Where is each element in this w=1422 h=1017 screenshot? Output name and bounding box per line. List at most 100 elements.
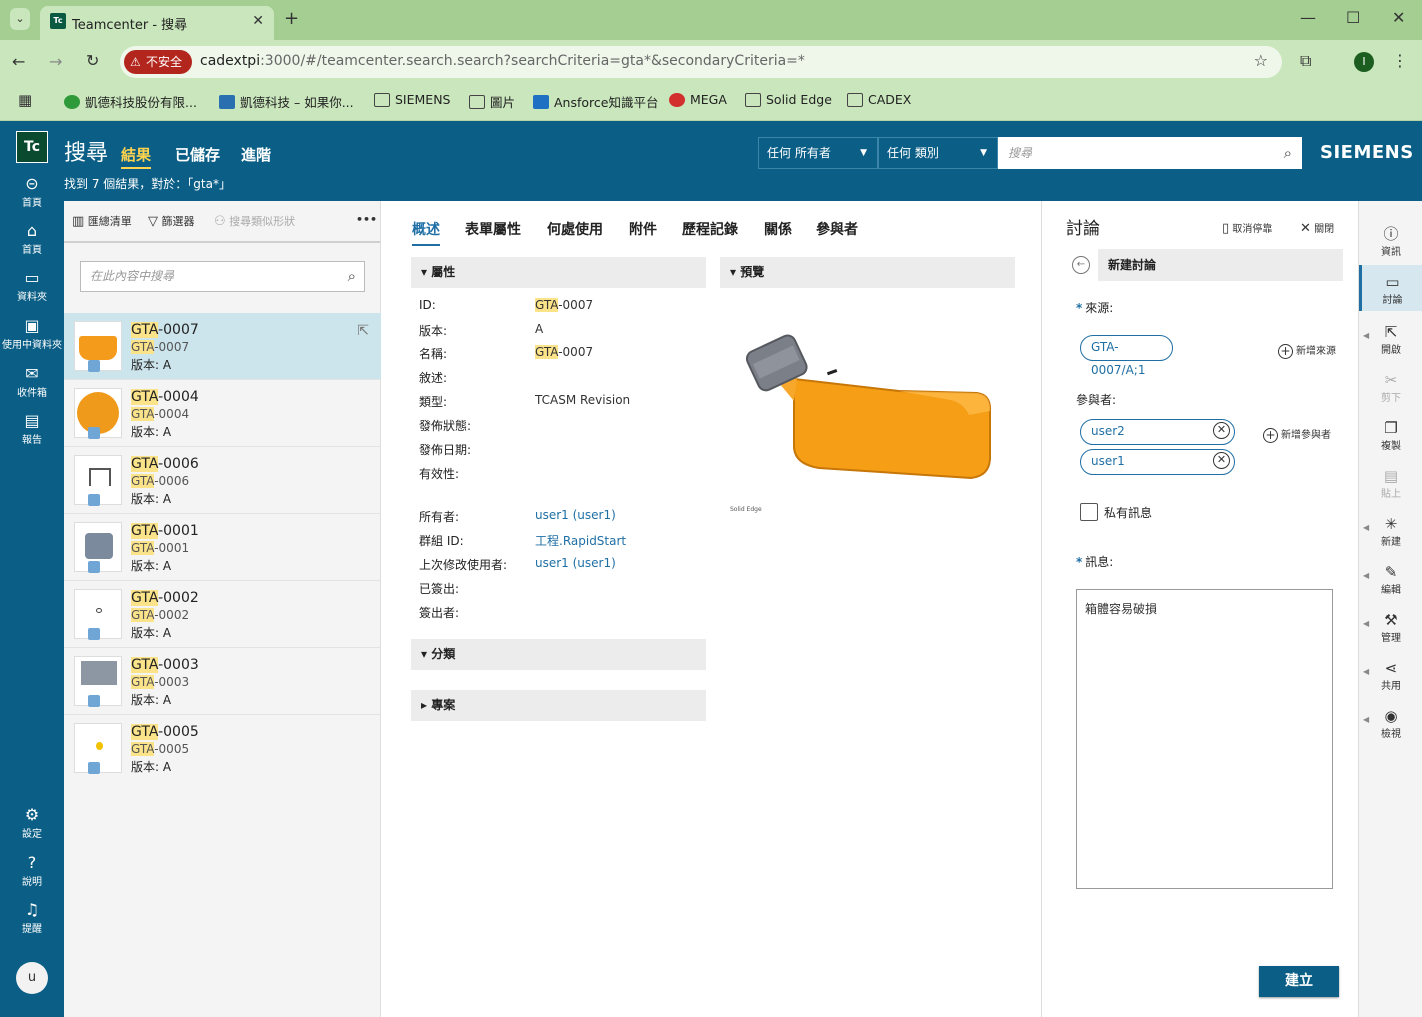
message-textarea[interactable]: 箱體容易破損 <box>1076 589 1333 889</box>
required-star-icon: * <box>1076 301 1083 315</box>
rail-manage[interactable]: ◀ ⚒ 管理 <box>1359 611 1422 644</box>
url-field[interactable]: 不安全 cadextpi:3000/#/teamcenter.search.se… <box>120 46 1282 78</box>
rail-info[interactable]: ⓘ 資訊 <box>1359 225 1422 258</box>
rail-discussion[interactable]: ▭ 討論 <box>1359 265 1422 311</box>
bookmark-item[interactable]: MEGA <box>669 92 727 107</box>
tab-advanced[interactable]: 進階 <box>241 144 271 165</box>
bookmark-folder[interactable]: Solid Edge <box>745 92 832 107</box>
rail-new[interactable]: ◀ ✳ 新建 <box>1359 515 1422 548</box>
owner-select[interactable]: 任何 所有者 ▼ <box>758 137 878 169</box>
tab-history[interactable]: 歷程記錄 <box>682 219 738 239</box>
tab-relations[interactable]: 關係 <box>764 219 792 239</box>
back-arrow-icon[interactable]: ← <box>1072 256 1090 274</box>
back-icon[interactable]: ← <box>12 52 25 71</box>
bookmark-item[interactable]: 凱德科技 – 如果你... <box>219 92 354 111</box>
new-tab-button[interactable]: + <box>284 8 299 29</box>
classification-section-header[interactable]: ▾ 分類 <box>411 639 706 670</box>
bookmark-folder[interactable]: CADEX <box>847 92 911 107</box>
nav-active-folders[interactable]: ▣ 使用中資料夾 <box>0 317 64 352</box>
result-row[interactable]: GTA-0002 GTA-0002 版本: A <box>64 581 381 648</box>
tab-form-properties[interactable]: 表單屬性 <box>465 219 521 239</box>
nav-folders[interactable]: ▭ 資料夾 <box>0 269 64 304</box>
participant-chip[interactable]: user2 ✕ <box>1080 419 1235 445</box>
add-source-button[interactable]: + 新增來源 <box>1278 342 1336 359</box>
browser-menu-icon[interactable]: ⋮ <box>1392 51 1408 70</box>
shape-search-icon: ⚇ <box>214 214 226 229</box>
open-in-new-icon[interactable]: ⇱ <box>357 323 369 339</box>
tab-attachments[interactable]: 附件 <box>629 219 657 239</box>
nav-alerts[interactable]: ♫ 提醒 <box>0 901 64 936</box>
category-select[interactable]: 任何 類別 ▼ <box>878 137 998 169</box>
tab-where-used[interactable]: 何處使用 <box>547 219 603 239</box>
group-link[interactable]: 工程.RapidStart <box>535 532 626 549</box>
result-row[interactable]: GTA-0007 GTA-0007 版本: A ⇱ <box>64 313 381 380</box>
item-revision: 版本: A <box>131 492 172 506</box>
rail-view[interactable]: ◀ ◉ 檢視 <box>1359 707 1422 740</box>
forward-icon[interactable]: → <box>49 52 62 71</box>
participant-chip[interactable]: user1 ✕ <box>1080 449 1235 475</box>
global-search-input[interactable]: 搜尋 ⌕ <box>998 137 1302 169</box>
close-panel-button[interactable]: ✕ 關閉 <box>1300 220 1334 236</box>
owner-link[interactable]: user1 (user1) <box>535 508 616 522</box>
private-message-checkbox[interactable] <box>1080 503 1098 521</box>
result-row[interactable]: GTA-0001 GTA-0001 版本: A <box>64 514 381 581</box>
tab-overview[interactable]: 概述 <box>412 219 440 246</box>
revision-type-icon <box>88 762 100 774</box>
result-row[interactable]: GTA-0004 GTA-0004 版本: A <box>64 380 381 447</box>
result-row[interactable]: GTA-0003 GTA-0003 版本: A <box>64 648 381 715</box>
nav-inbox[interactable]: ✉ 收件箱 <box>0 365 64 400</box>
apps-grid-icon[interactable]: ▦ <box>18 91 32 109</box>
close-tab-icon[interactable]: ✕ <box>252 13 264 29</box>
bookmark-item[interactable]: Ansforce知識平台 <box>533 92 658 111</box>
rail-paste[interactable]: ▤ 貼上 <box>1359 467 1422 500</box>
profile-avatar[interactable]: I <box>1354 52 1374 72</box>
result-row[interactable]: GTA-0006 GTA-0006 版本: A <box>64 447 381 514</box>
bookmark-star-icon[interactable]: ☆ <box>1254 51 1268 70</box>
reload-icon[interactable]: ↻ <box>86 51 99 70</box>
undock-button[interactable]: ▯ 取消停靠 <box>1222 220 1272 236</box>
nav-back-home[interactable]: ⊝ 首頁 <box>0 175 64 210</box>
preview-section-header[interactable]: ▾ 預覽 <box>720 257 1015 288</box>
rss-icon <box>533 94 549 109</box>
tab-results[interactable]: 結果 <box>121 144 152 169</box>
security-warning-badge[interactable]: 不安全 <box>124 50 192 74</box>
rail-share[interactable]: ◀ ⋖ 共用 <box>1359 659 1422 692</box>
shape-search-button[interactable]: ⚇ 搜尋類似形狀 <box>214 213 295 229</box>
revision-type-icon <box>88 695 100 707</box>
nav-help[interactable]: ? 說明 <box>0 854 64 889</box>
teamcenter-logo[interactable]: Tc <box>16 131 48 163</box>
source-chip[interactable]: GTA-0007/A;1 <box>1080 335 1173 377</box>
add-participant-button[interactable]: + 新增參與者 <box>1263 426 1331 443</box>
project-section-header[interactable]: ▸ 專案 <box>411 690 706 721</box>
user-avatar[interactable]: u <box>16 962 48 994</box>
extensions-icon[interactable]: ⧉ <box>1300 51 1311 71</box>
more-options-icon[interactable]: ••• <box>356 213 377 226</box>
last-modifier-link[interactable]: user1 (user1) <box>535 556 616 570</box>
bookmark-folder[interactable]: 圖片 <box>469 92 515 111</box>
tab-search-chevron-icon[interactable]: ⌄ <box>10 8 30 30</box>
rail-open[interactable]: ◀ ⇱ 開啟 <box>1359 323 1422 356</box>
bookmark-item[interactable]: 凱德科技股份有限... <box>64 92 197 111</box>
nav-reports[interactable]: ▤ 報告 <box>0 412 64 447</box>
properties-section-header[interactable]: ▾ 屬性 <box>411 257 706 288</box>
create-button[interactable]: 建立 <box>1259 966 1339 997</box>
preview-image[interactable] <box>739 331 999 501</box>
filter-button[interactable]: ▽ 篩選器 <box>148 213 195 229</box>
content-search-input[interactable]: 在此內容中搜尋 ⌕ <box>80 261 365 292</box>
rail-cut[interactable]: ✂ 剪下 <box>1359 371 1422 404</box>
bookmark-folder[interactable]: SIEMENS <box>374 92 451 107</box>
browser-tab[interactable]: Tc Teamcenter - 搜尋 ✕ <box>40 6 274 40</box>
tab-participants[interactable]: 參與者 <box>816 219 858 239</box>
rail-copy[interactable]: ❐ 複製 <box>1359 419 1422 452</box>
nav-settings[interactable]: ⚙ 設定 <box>0 806 64 841</box>
maximize-window-icon[interactable]: ☐ <box>1346 8 1360 27</box>
minimize-window-icon[interactable]: — <box>1300 8 1316 27</box>
nav-home[interactable]: ⌂ 首頁 <box>0 222 64 257</box>
rail-edit[interactable]: ◀ ✎ 編輯 <box>1359 563 1422 596</box>
item-id: GTA-0007 <box>131 340 190 354</box>
compact-list-button[interactable]: ▥ 匯總清單 <box>72 213 132 229</box>
result-row[interactable]: GTA-0005 GTA-0005 版本: A <box>64 715 381 782</box>
prop-label: ID: <box>419 298 436 312</box>
tab-saved[interactable]: 已儲存 <box>175 144 220 165</box>
close-window-icon[interactable]: ✕ <box>1392 8 1405 27</box>
